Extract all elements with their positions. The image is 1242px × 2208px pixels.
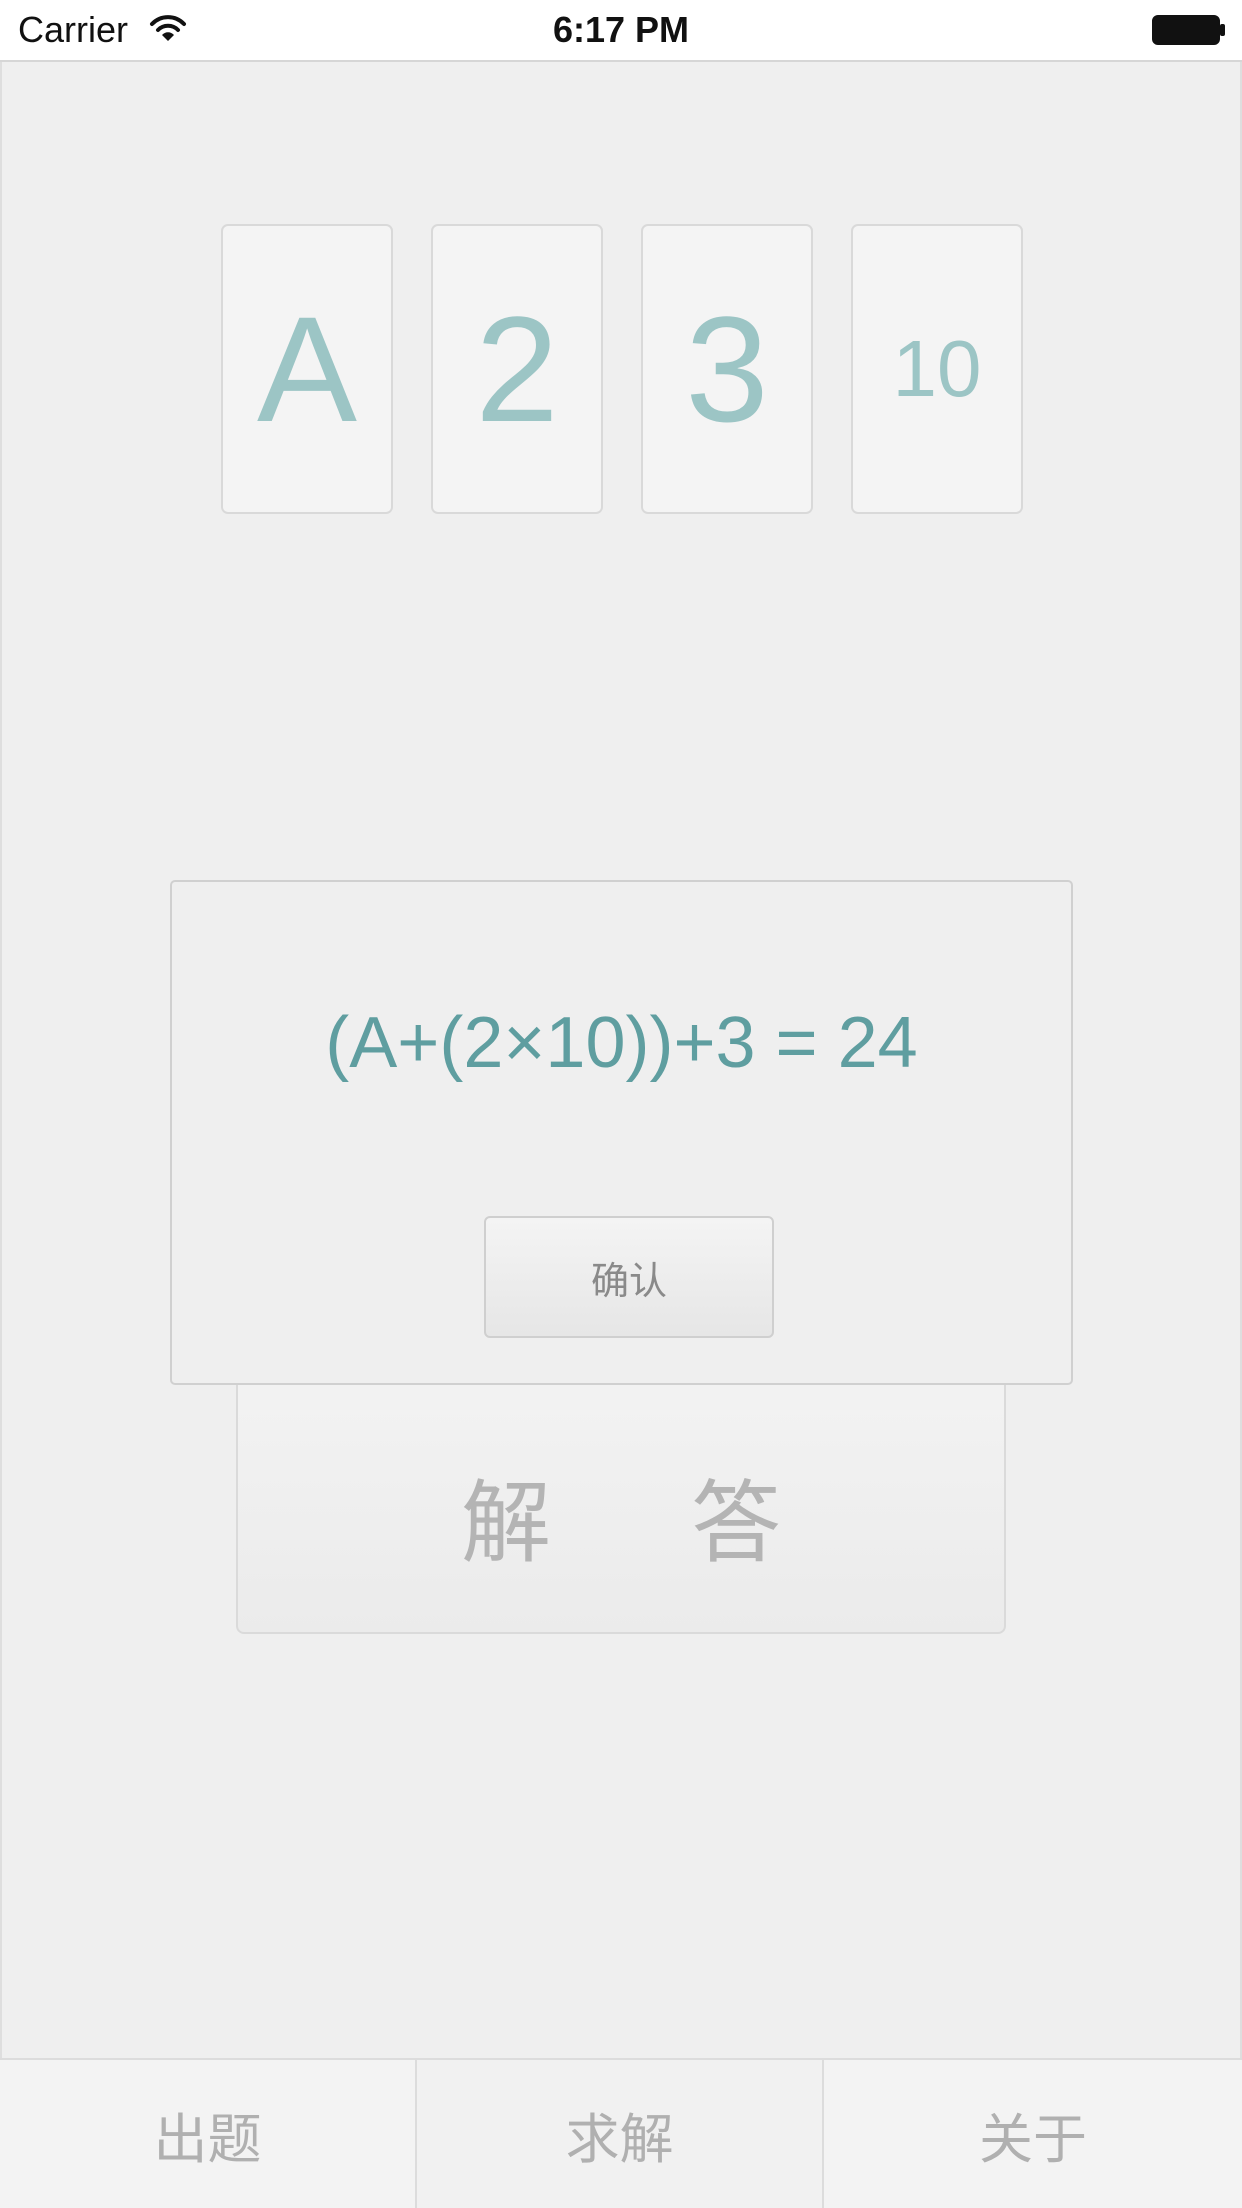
answer-button-label: 解答 — [461, 1471, 921, 1576]
app-screen: Carrier 6:17 PM A 2 3 10 解答 (A+(2×10))+3… — [0, 0, 1242, 2208]
card-1[interactable]: A — [221, 224, 393, 514]
solution-text: (A+(2×10))+3 = 24 — [325, 1003, 918, 1083]
tab-about[interactable]: 关于 — [824, 2060, 1242, 2208]
card-4[interactable]: 10 — [851, 224, 1023, 514]
tab-solve[interactable]: 求解 — [415, 2060, 824, 2208]
status-bar: Carrier 6:17 PM — [0, 0, 1242, 62]
card-3[interactable]: 3 — [641, 224, 813, 514]
confirm-button[interactable]: 确认 — [484, 1216, 774, 1338]
card-2[interactable]: 2 — [431, 224, 603, 514]
battery-icon — [1152, 15, 1225, 45]
tab-question[interactable]: 出题 — [0, 2060, 415, 2208]
result-dialog: (A+(2×10))+3 = 24 确认 — [170, 880, 1073, 1385]
main-content: A 2 3 10 解答 (A+(2×10))+3 = 24 确认 — [0, 62, 1242, 2058]
status-time: 6:17 PM — [552, 9, 690, 50]
answer-button[interactable]: 解答 — [236, 1362, 1006, 1634]
tab-bar: 出题 求解 关于 — [0, 2058, 1242, 2208]
